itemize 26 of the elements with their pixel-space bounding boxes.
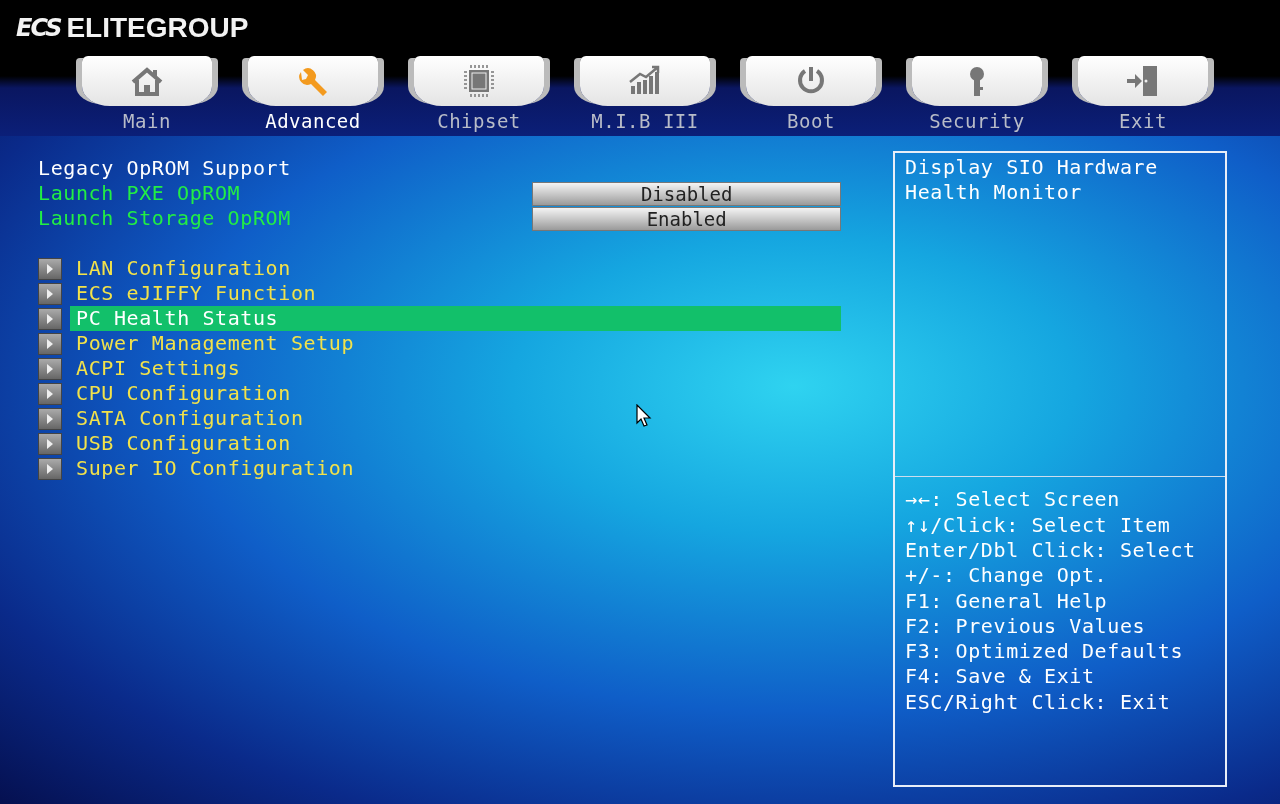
submenu-item[interactable]: ACPI Settings xyxy=(70,356,841,381)
submenu-item[interactable]: USB Configuration xyxy=(70,431,841,456)
setting-label: Launch PXE OpROM xyxy=(38,181,242,206)
key-hint: F4: Save & Exit xyxy=(905,664,1096,690)
key-hint: Enter/Dbl Click: Select xyxy=(905,537,1197,564)
submenu-item[interactable]: Power Management Setup xyxy=(70,331,841,356)
key-hint: F1: General Help xyxy=(905,588,1109,614)
value-button[interactable]: Enabled xyxy=(532,206,841,231)
submenu-item[interactable]: SATA Configuration xyxy=(70,406,841,431)
section-heading: Legacy OpROM Support xyxy=(38,156,292,181)
submenu-item[interactable]: CPU Configuration xyxy=(70,381,841,406)
setting-label: Launch Storage OpROM xyxy=(38,206,292,231)
submenu-item[interactable]: Super IO Configuration xyxy=(70,456,841,481)
logo: ECS xyxy=(16,14,61,42)
help-description: Display SIO Hardware Health Monitor xyxy=(904,154,1159,205)
submenu-item[interactable]: ECS eJIFFY Function xyxy=(70,281,841,306)
mouse-pointer-icon xyxy=(636,404,652,428)
key-hint: →←: Select Screen xyxy=(905,487,1121,513)
brand-name: ELITEGROUP xyxy=(66,12,249,44)
key-hint: ↑↓/Click: Select Item xyxy=(905,512,1172,538)
value-button[interactable]: Disabled xyxy=(532,181,841,206)
key-hint: +/-: Change Opt. xyxy=(905,563,1109,589)
key-hint: F2: Previous Values xyxy=(905,613,1147,640)
key-hint: ESC/Right Click: Exit xyxy=(905,689,1172,715)
key-hint: F3: Optimized Defaults xyxy=(905,639,1185,665)
submenu-item[interactable]: LAN Configuration xyxy=(70,256,841,281)
